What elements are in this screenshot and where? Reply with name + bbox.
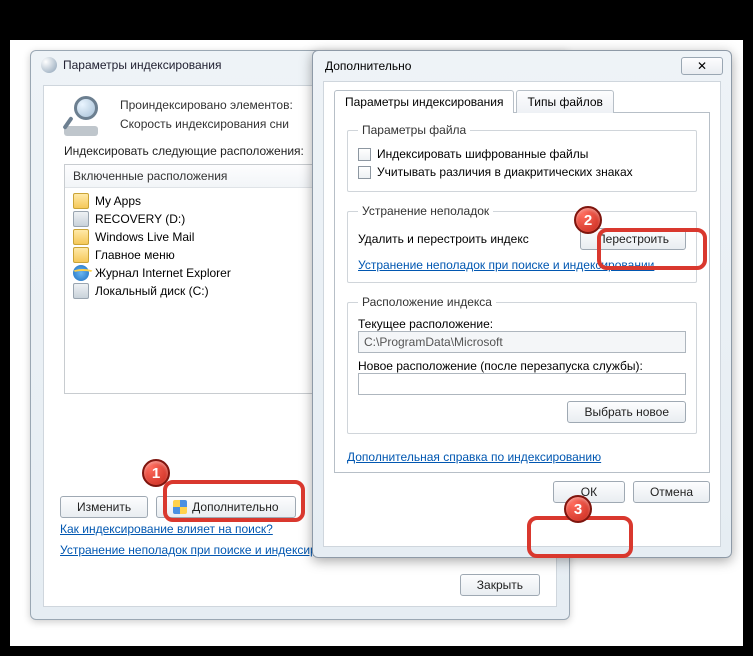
file-settings-group: Параметры файла Индексировать шифрованны…	[347, 123, 697, 192]
new-location-field[interactable]	[358, 373, 686, 395]
troubleshoot-legend: Устранение неполадок	[358, 204, 493, 218]
tab-strip: Параметры индексирования Типы файлов	[334, 90, 710, 113]
folder-icon	[73, 193, 89, 209]
advanced-button[interactable]: Дополнительно	[156, 496, 295, 518]
indexed-count-label: Проиндексировано элементов:	[120, 96, 293, 115]
drive-icon	[73, 283, 89, 299]
list-item-label: Главное меню	[95, 248, 175, 262]
tab-file-types[interactable]: Типы файлов	[516, 90, 613, 113]
close-button[interactable]: Закрыть	[460, 574, 540, 596]
index-location-legend: Расположение индекса	[358, 295, 496, 309]
tab-content: Параметры файла Индексировать шифрованны…	[334, 112, 710, 473]
checkbox-icon	[358, 148, 371, 161]
diacritics-checkbox-row[interactable]: Учитывать различия в диакритических знак…	[358, 163, 686, 181]
shield-icon	[173, 500, 187, 514]
tab-index-settings[interactable]: Параметры индексирования	[334, 90, 514, 113]
file-settings-legend: Параметры файла	[358, 123, 470, 137]
select-new-button[interactable]: Выбрать новое	[567, 401, 686, 423]
window-title: Параметры индексирования	[63, 58, 221, 72]
dialog-titlebar: Дополнительно ✕	[313, 51, 731, 81]
troubleshoot-group: Устранение неполадок Удалить и перестрои…	[347, 204, 697, 283]
index-icon	[41, 57, 57, 73]
current-location-label: Текущее расположение:	[358, 317, 686, 331]
list-item-label: My Apps	[95, 194, 141, 208]
current-location-field: C:\ProgramData\Microsoft	[358, 331, 686, 353]
new-location-label: Новое расположение (после перезапуска сл…	[358, 359, 686, 373]
checkbox-icon	[358, 166, 371, 179]
index-location-group: Расположение индекса Текущее расположени…	[347, 295, 697, 434]
list-item-label: Локальный диск (C:)	[95, 284, 209, 298]
drive-icon	[73, 211, 89, 227]
list-item-label: Журнал Internet Explorer	[95, 266, 231, 280]
encrypt-checkbox-label: Индексировать шифрованные файлы	[377, 147, 588, 161]
help-link-how[interactable]: Как индексирование влияет на поиск?	[60, 522, 273, 536]
index-speed-label: Скорость индексирования сни	[120, 115, 293, 134]
dialog-title: Дополнительно	[325, 59, 411, 73]
troubleshoot-link[interactable]: Устранение неполадок при поиске и индекс…	[358, 258, 654, 272]
advanced-help-link[interactable]: Дополнительная справка по индексированию	[347, 450, 601, 464]
rebuild-button[interactable]: Перестроить	[580, 228, 686, 250]
close-icon[interactable]: ✕	[681, 57, 723, 75]
folder-icon	[73, 247, 89, 263]
diacritics-checkbox-label: Учитывать различия в диакритических знак…	[377, 165, 633, 179]
index-status: Проиндексировано элементов: Скорость инд…	[120, 96, 293, 136]
folder-icon	[73, 229, 89, 245]
cancel-button[interactable]: Отмена	[633, 481, 710, 503]
modify-button[interactable]: Изменить	[60, 496, 148, 518]
magnifier-icon	[60, 96, 108, 136]
advanced-dialog: Дополнительно ✕ Параметры индексирования…	[312, 50, 732, 558]
encrypt-checkbox-row[interactable]: Индексировать шифрованные файлы	[358, 145, 686, 163]
ok-button[interactable]: ОК	[553, 481, 625, 503]
list-item-label: Windows Live Mail	[95, 230, 194, 244]
list-item-label: RECOVERY (D:)	[95, 212, 185, 226]
rebuild-label: Удалить и перестроить индекс	[358, 232, 529, 246]
ie-icon	[73, 265, 89, 281]
